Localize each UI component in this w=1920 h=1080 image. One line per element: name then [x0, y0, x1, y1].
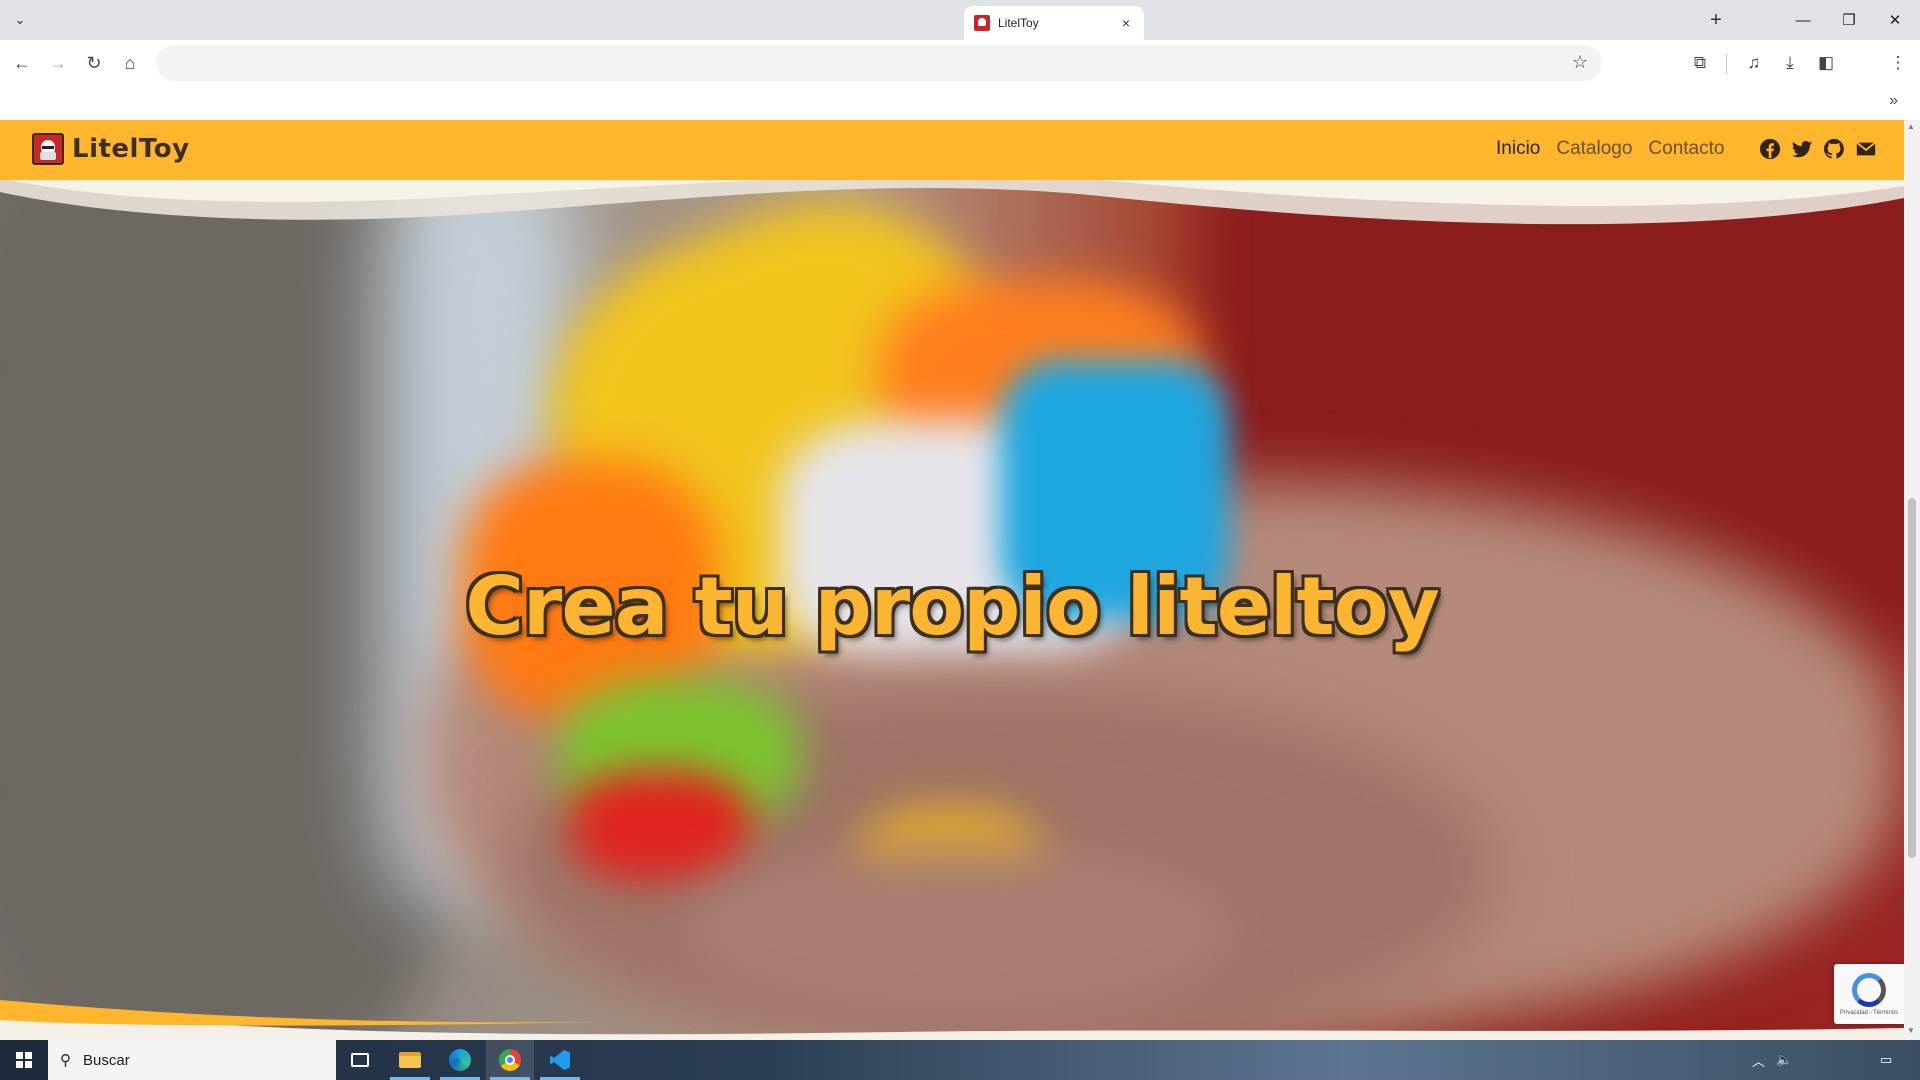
nav-link-inicio[interactable]: Inicio [1496, 138, 1540, 160]
brand-link[interactable]: LitelToy [32, 133, 190, 165]
github-icon[interactable] [1822, 137, 1846, 161]
notifications-icon[interactable]: ▭ [1880, 1040, 1892, 1080]
reload-button[interactable]: ↻ [80, 49, 108, 77]
file-explorer-button[interactable] [386, 1040, 434, 1080]
reload-icon: ↻ [86, 52, 102, 73]
nav-link-catalogo[interactable]: Catalogo [1556, 138, 1632, 160]
arrow-left-icon: ← [13, 52, 31, 73]
media-control-icon[interactable]: ♫ [1740, 49, 1768, 77]
tray-overflow-icon[interactable]: ︿ [1752, 1040, 1765, 1080]
facebook-icon[interactable] [1758, 137, 1782, 161]
arrow-right-icon: → [49, 52, 67, 73]
recaptcha-icon [1852, 972, 1886, 1007]
windows-logo-icon [16, 1052, 32, 1068]
page-scrollbar[interactable]: ▲ ▼ [1904, 120, 1920, 1040]
home-button[interactable]: ⌂ [116, 49, 144, 77]
extensions-icon[interactable]: ⧉ [1686, 49, 1714, 77]
start-button[interactable] [0, 1040, 48, 1080]
browser-toolbar: ← → ↻ ⌂ ☆ ⧉ ♫ ⤓ ◧ ⋮ [0, 40, 1920, 86]
site-navbar: LitelToy Inicio Catalogo Contacto [0, 120, 1904, 180]
address-bar[interactable]: ☆ [156, 45, 1602, 81]
stormtrooper-logo-icon [32, 133, 64, 165]
taskbar-search[interactable]: ⚲ Buscar [48, 1040, 336, 1080]
bottom-wave-decoration [0, 1000, 1904, 1040]
toolbar-separator [1726, 54, 1727, 74]
file-explorer-icon [399, 1052, 421, 1068]
navbar-wave-decoration [0, 168, 1904, 225]
nav-link-contacto[interactable]: Contacto [1648, 138, 1724, 160]
twitter-icon[interactable] [1790, 137, 1814, 161]
chrome-button[interactable] [486, 1040, 534, 1080]
new-tab-button[interactable]: + [1704, 8, 1728, 32]
chrome-icon [499, 1049, 521, 1071]
scroll-down-icon[interactable]: ▼ [1907, 1026, 1915, 1035]
bookmarks-bar: » [0, 86, 1920, 120]
restore-button[interactable]: ❐ [1826, 0, 1872, 40]
vscode-button[interactable] [536, 1040, 584, 1080]
side-panel-icon[interactable]: ◧ [1812, 49, 1840, 77]
favicon-icon [974, 15, 990, 31]
tab-close-button[interactable]: × [1118, 15, 1134, 31]
volume-icon[interactable]: 🔈 [1776, 1040, 1792, 1080]
chevron-down-icon: ⌄ [14, 12, 26, 27]
downloads-icon[interactable]: ⤓ [1776, 49, 1804, 77]
scrollbar-thumb[interactable] [1908, 498, 1916, 858]
tab-strip: ⌄ LitelToy × + — ❐ ✕ [0, 0, 1920, 40]
scroll-up-icon[interactable]: ▲ [1907, 122, 1915, 131]
envelope-icon[interactable] [1854, 137, 1878, 161]
task-view-button[interactable] [336, 1040, 384, 1080]
edge-button[interactable] [436, 1040, 484, 1080]
recaptcha-badge[interactable]: Privacidad - Términos [1834, 964, 1904, 1024]
nav-links: Inicio Catalogo Contacto [1496, 138, 1724, 160]
browser-tab[interactable]: LitelToy × [964, 6, 1144, 40]
hero-title: Crea tu propio liteltoy [465, 560, 1440, 653]
close-window-button[interactable]: ✕ [1872, 0, 1918, 40]
task-view-icon [351, 1053, 369, 1067]
bookmarks-overflow-button[interactable]: » [1889, 92, 1898, 110]
bookmark-star-icon[interactable]: ☆ [1572, 52, 1588, 73]
page-viewport: LitelToy Inicio Catalogo Contacto Crea t… [0, 120, 1904, 1040]
social-links [1758, 137, 1878, 161]
menu-icon[interactable]: ⋮ [1884, 49, 1912, 77]
minimize-button[interactable]: — [1780, 0, 1826, 40]
edge-icon [449, 1049, 471, 1071]
tab-search-button[interactable]: ⌄ [8, 8, 32, 32]
brand-name: LitelToy [72, 134, 190, 164]
tab-title: LitelToy [998, 16, 1039, 30]
vscode-icon [550, 1050, 570, 1070]
back-button[interactable]: ← [8, 49, 36, 77]
forward-button[interactable]: → [44, 49, 72, 77]
home-icon: ⌂ [124, 52, 136, 73]
windows-taskbar: ⚲ Buscar ︿ 🔈 ▭ [0, 1040, 1920, 1080]
recaptcha-text: Privacidad - Términos [1839, 1009, 1899, 1016]
search-placeholder: Buscar [83, 1051, 130, 1069]
search-icon: ⚲ [60, 1052, 71, 1069]
